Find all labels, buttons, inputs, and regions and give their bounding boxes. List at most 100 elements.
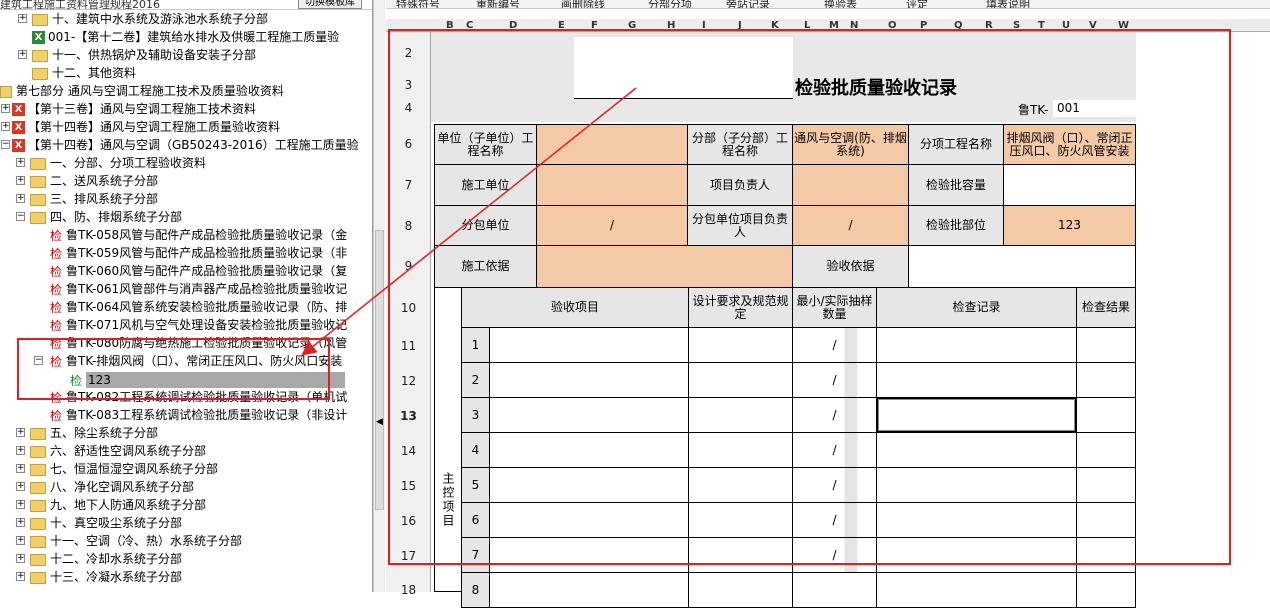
- division-button[interactable]: 分部分项: [648, 0, 692, 8]
- collapse-icon[interactable]: −: [1, 140, 10, 149]
- tree-node[interactable]: 检鲁TK-064风管系统安装检验批质量验收记录（防、排: [50, 298, 347, 316]
- folder-icon: [30, 481, 46, 494]
- special-symbol-button[interactable]: 特殊符号: [396, 0, 440, 8]
- excel-icon: X: [32, 31, 45, 44]
- folder-icon: [32, 67, 48, 80]
- tree-node-label: 七、恒温恒湿空调风系统子分部: [50, 462, 219, 476]
- folder-open-icon: [30, 211, 46, 224]
- tree-node[interactable]: + 一、分部、分项工程验收资料: [16, 154, 206, 172]
- tree-node[interactable]: + 六、舒适性空调风系统子分部: [16, 442, 206, 460]
- inspection-icon: 检: [50, 318, 63, 333]
- tree-node[interactable]: + 十三、冷凝水系统子分部: [16, 568, 182, 586]
- collapse-icon[interactable]: −: [16, 212, 25, 221]
- tree-node-label: 十一、空调（冷、热）水系统子分部: [50, 534, 243, 548]
- tree-node-label: 八、净化空调风系统子分部: [50, 480, 195, 494]
- tree-node[interactable]: + 十、真空吸尘系统子分部: [16, 514, 182, 532]
- tree-node[interactable]: X 001-【第十二卷】建筑给水排水及供暖工程施工质量验: [32, 28, 339, 46]
- expand-icon[interactable]: +: [16, 536, 25, 545]
- strikethrough-button[interactable]: 画删除线: [561, 0, 605, 8]
- item-result[interactable]: [1076, 572, 1136, 608]
- tree-node-label: 四、防、排烟系统子分部: [50, 210, 183, 224]
- tree-node[interactable]: + 五、除尘系统子分部: [16, 424, 158, 442]
- tree-node-label: 十二、其他资料: [52, 66, 137, 80]
- inspection-icon: 检: [50, 408, 63, 423]
- doc-error-icon: X: [12, 139, 25, 152]
- tree-node[interactable]: + 九、地下人防通风系统子分部: [16, 496, 206, 514]
- inspection-icon: 检: [50, 282, 63, 297]
- tree-node[interactable]: 第七部分 通风与空调工程施工技术及质量验收资料: [0, 82, 284, 100]
- item-sample[interactable]: [792, 572, 877, 608]
- tree-node[interactable]: + 八、净化空调风系统子分部: [16, 478, 194, 496]
- expand-icon[interactable]: +: [16, 176, 25, 185]
- tree-node[interactable]: 检鲁TK-071风机与空气处理设备安装检验批质量验收记: [50, 316, 347, 334]
- tree-node-label: 鲁TK-060风管与配件产成品检验批质量验收记录（复: [66, 264, 348, 278]
- tree-node[interactable]: + 七、恒温恒湿空调风系统子分部: [16, 460, 218, 478]
- tree-node[interactable]: + 二、送风系统子分部: [16, 172, 158, 190]
- expand-icon[interactable]: +: [16, 464, 25, 473]
- expand-icon[interactable]: +: [1, 122, 10, 131]
- swap-table-button[interactable]: 换验表: [824, 0, 857, 8]
- item-record[interactable]: [876, 572, 1077, 608]
- tree-node[interactable]: + 十一、供热锅炉及辅助设备安装子分部: [18, 46, 256, 64]
- folder-icon: [30, 175, 46, 188]
- tree-node-label: 十三、冷凝水系统子分部: [50, 570, 183, 584]
- switch-template-button[interactable]: 切换模板库: [298, 0, 362, 9]
- tree-node[interactable]: + X 【第十四卷】通风与空调工程施工质量验收资料: [0, 118, 280, 136]
- expand-icon[interactable]: +: [1, 104, 10, 113]
- folder-icon: [30, 463, 46, 476]
- evaluate-button[interactable]: 评定: [906, 0, 928, 8]
- tree-node-label: 鲁TK-064风管系统安装检验批质量验收记录（防、排: [66, 300, 348, 314]
- renumber-button[interactable]: 重新编号: [476, 0, 520, 8]
- expand-icon[interactable]: +: [16, 482, 25, 491]
- tree-node[interactable]: 检鲁TK-061风管部件与消声器产成品检验批质量验收记: [50, 280, 347, 298]
- tree-node[interactable]: 检鲁TK-059风管与配件产成品检验批质量验收记录（非: [50, 244, 347, 262]
- expand-icon[interactable]: +: [16, 572, 25, 581]
- item-desc[interactable]: [489, 572, 689, 608]
- expand-icon[interactable]: +: [18, 50, 27, 59]
- supervision-record-button[interactable]: 旁站记录: [726, 0, 770, 8]
- tree-node-label: 十、真空吸尘系统子分部: [50, 516, 183, 530]
- tree-node[interactable]: − 四、防、排烟系统子分部: [16, 208, 182, 226]
- tree-node[interactable]: + 三、排风系统子分部: [16, 190, 158, 208]
- tree-node[interactable]: + X 【第十三卷】通风与空调工程施工技术资料: [0, 100, 256, 118]
- expand-icon[interactable]: +: [16, 554, 25, 563]
- folder-icon: [32, 13, 48, 26]
- expand-icon[interactable]: +: [16, 194, 25, 203]
- fill-instructions-button[interactable]: 填表说明: [986, 0, 1030, 8]
- expand-icon[interactable]: +: [18, 14, 27, 23]
- folder-icon: [30, 571, 46, 584]
- tree-node[interactable]: + 十一、空调（冷、热）水系统子分部: [16, 532, 242, 550]
- folder-icon: [30, 445, 46, 458]
- inspection-icon: 检: [50, 300, 63, 315]
- tree-node[interactable]: 检鲁TK-060风管与配件产成品检验批质量验收记录（复: [50, 262, 347, 280]
- tree-node-label: 一、分部、分项工程验收资料: [50, 156, 207, 170]
- expand-icon[interactable]: +: [16, 428, 25, 437]
- expand-icon[interactable]: +: [16, 158, 25, 167]
- tree-node[interactable]: − X 【第十四卷】通风与空调（GB50243-2016）工程施工质量验: [0, 136, 359, 154]
- tree-node[interactable]: 十二、其他资料: [32, 64, 136, 82]
- tree-node[interactable]: 检鲁TK-083工程系统调试检验批质量验收记录（非设计: [50, 406, 347, 424]
- tree-scrollbar[interactable]: ◀: [373, 0, 385, 592]
- folder-icon: [30, 157, 46, 170]
- tree-header: 建筑工程施工资料管理规程2016 切换模板库: [0, 0, 372, 11]
- row-label[interactable]: 18: [386, 583, 431, 597]
- expand-icon[interactable]: +: [16, 518, 25, 527]
- expand-icon[interactable]: +: [16, 500, 25, 509]
- collapse-panel-icon[interactable]: ◀: [376, 417, 383, 427]
- tree-node[interactable]: 检鲁TK-058风管与配件产成品检验批质量验收记录（金: [50, 226, 347, 244]
- folder-icon: [30, 499, 46, 512]
- tree-node-label: 鲁TK-083工程系统调试检验批质量验收记录（非设计: [66, 408, 348, 422]
- folder-icon: [32, 49, 48, 62]
- tree-node-label: 鲁TK-061风管部件与消声器产成品检验批质量验收记: [66, 282, 348, 296]
- tree-node[interactable]: + 十二、冷却水系统子分部: [16, 550, 182, 568]
- project-tree[interactable]: 建筑工程施工资料管理规程2016 切换模板库 + 十、建筑中水系统及游泳池水系统子…: [0, 0, 373, 592]
- tree-node-label: 【第十四卷】通风与空调（GB50243-2016）工程施工质量验: [28, 138, 359, 152]
- expand-icon[interactable]: +: [16, 446, 25, 455]
- item-design[interactable]: [688, 572, 793, 608]
- tree-node[interactable]: + 十、建筑中水系统及游泳池水系统子分部: [18, 10, 268, 28]
- tree-node-label: 十一、供热锅炉及辅助设备安装子分部: [52, 48, 257, 62]
- scrollbar-thumb[interactable]: [375, 230, 384, 510]
- item-number: 8: [461, 572, 490, 608]
- tree-node-label: 001-【第十二卷】建筑给水排水及供暖工程施工质量验: [48, 30, 340, 44]
- tree-node-label: 【第十四卷】通风与空调工程施工质量验收资料: [28, 120, 281, 134]
